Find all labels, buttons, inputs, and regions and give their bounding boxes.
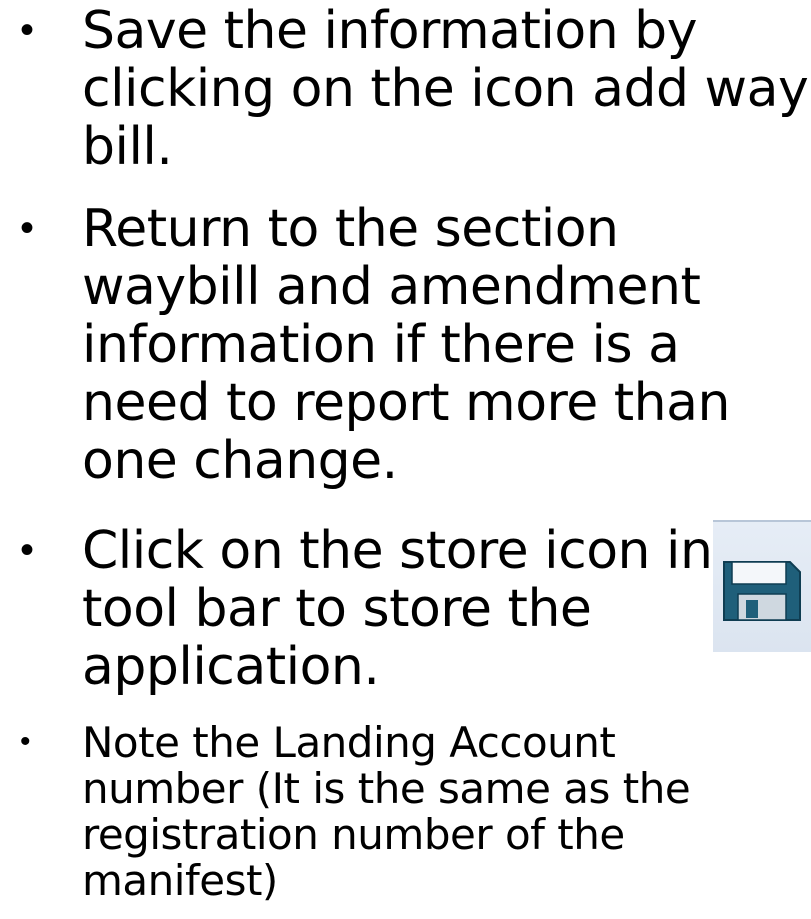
bullet-marker: • xyxy=(20,8,35,52)
floppy-disk-icon xyxy=(723,561,801,621)
bullet-text: Save the information by clicking on the … xyxy=(82,1,809,177)
bullet-text: Return to the section waybill and amendm… xyxy=(82,199,730,491)
bullet-item-save-info: • Save the information by clicking on th… xyxy=(0,1,809,177)
bullet-item-return-section: • Return to the section waybill and amen… xyxy=(0,200,730,490)
slide: • Save the information by clicking on th… xyxy=(0,0,811,919)
bullet-item-store-icon: • Click on the store icon in tool bar to… xyxy=(0,521,713,697)
bullet-text: Note the Landing Account number (It is t… xyxy=(82,718,691,905)
bullet-marker: • xyxy=(20,206,35,250)
bullet-marker: • xyxy=(20,528,35,572)
bullet-text: Click on the store icon in tool bar to s… xyxy=(82,521,713,697)
bullet-marker: • xyxy=(20,725,31,758)
bullet-item-landing-account: • Note the Landing Account number (It is… xyxy=(0,718,691,905)
store-icon-toolbar-button[interactable] xyxy=(713,520,811,652)
